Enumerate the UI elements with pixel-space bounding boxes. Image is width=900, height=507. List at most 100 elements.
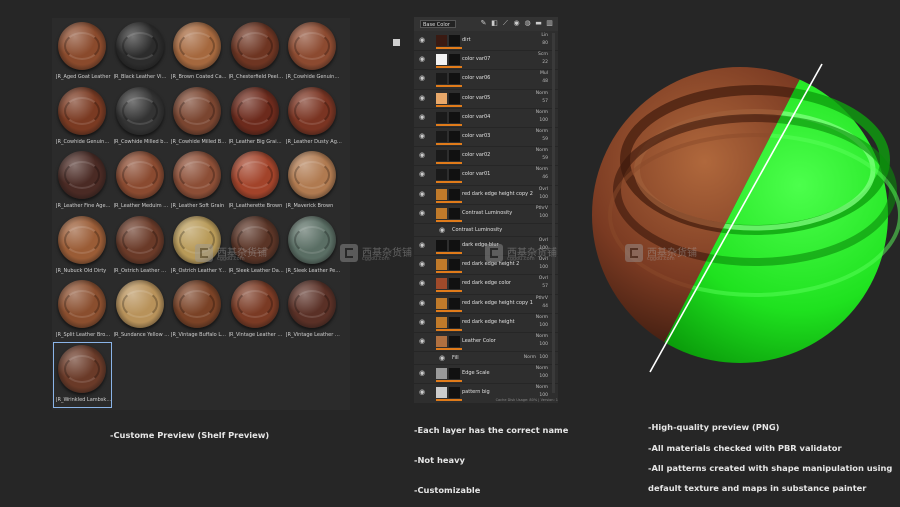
visibility-eye-icon[interactable]: ◉ (419, 209, 425, 217)
layer-row[interactable]: ◉ red dark edge height copy 1 PthrV 44 (414, 295, 558, 314)
material-tile[interactable]: JR_Maverick Brown (284, 149, 341, 213)
layer-blend-mode[interactable]: Ovrl (539, 238, 548, 243)
material-tile[interactable]: JR_Split Leather Brown (54, 278, 112, 342)
layer-opacity[interactable]: 44 (542, 304, 548, 309)
layer-row[interactable]: ◉ color var07 Scrn 22 (414, 51, 558, 71)
layer-opacity[interactable]: 100 (539, 195, 548, 200)
visibility-eye-icon[interactable]: ◉ (419, 369, 425, 377)
material-tile[interactable]: JR_Wrinkled Lambski... (53, 341, 112, 408)
material-tile[interactable]: JR_Cowhide Milled Br... (169, 85, 227, 149)
channel-dropdown[interactable]: Base Color (420, 20, 456, 28)
layer-opacity[interactable]: 100 (539, 265, 548, 270)
visibility-eye-icon[interactable]: ◉ (419, 94, 425, 102)
layer-opacity[interactable]: 100 (539, 323, 548, 328)
visibility-eye-icon[interactable]: ◉ (419, 260, 425, 268)
layer-opacity[interactable]: 57 (542, 99, 548, 104)
visibility-eye-icon[interactable]: ◉ (419, 170, 425, 178)
material-tile[interactable]: JR_Sundance Yellow L... (112, 278, 170, 342)
layer-row[interactable]: ◉ Contrast Luminosity PthrV 100 (414, 205, 558, 224)
layer-row[interactable]: ◉ dirt Lin 80 (414, 32, 558, 52)
layers-scrollbar[interactable] (552, 33, 555, 393)
layer-effect-row[interactable]: ◉ Contrast Luminosity (414, 224, 558, 237)
folder-icon[interactable]: ▬ (535, 20, 542, 27)
material-tile[interactable]: JR_Leather Fine Aged ... (54, 149, 112, 213)
layer-blend-mode[interactable]: Ovrl (539, 276, 548, 281)
material-tile[interactable]: JR_Vintage Leather D... (284, 278, 342, 342)
material-tile[interactable]: JR_Leather Dusty Aged (284, 85, 342, 149)
layer-blend-mode[interactable]: Norm (536, 334, 548, 339)
layer-blend-mode[interactable]: Norm (536, 385, 548, 390)
visibility-eye-icon[interactable]: ◉ (419, 74, 425, 82)
visibility-eye-icon[interactable]: ◉ (419, 190, 425, 198)
layer-row[interactable]: ◉ color var01 Norm 46 (414, 166, 558, 186)
layer-blend-mode[interactable]: Lin (541, 33, 548, 38)
material-tile[interactable]: JR_Leather Soft Grain (169, 149, 226, 213)
layer-opacity[interactable]: 100 (539, 118, 548, 123)
layer-opacity[interactable]: 46 (542, 175, 548, 180)
visibility-eye-icon[interactable]: ◉ (439, 226, 445, 234)
material-tile[interactable]: JR_Sleek Leather Pewter (284, 214, 342, 278)
material-tile[interactable]: JR_Brown Coated Ca... (169, 20, 226, 84)
visibility-eye-icon[interactable]: ◉ (439, 354, 445, 362)
layer-blend-mode[interactable]: Norm (536, 167, 548, 172)
smart-mask-icon[interactable]: ⟋ (502, 20, 509, 27)
material-tile[interactable]: JR_Cowhide Genuine ... (54, 85, 112, 149)
material-tile[interactable]: JR_Ostrich Leather Br... (112, 214, 170, 278)
layer-opacity[interactable]: 57 (542, 284, 548, 289)
layer-row[interactable]: ◉ color var05 Norm 57 (414, 90, 558, 109)
layer-opacity[interactable]: 22 (542, 60, 548, 65)
layer-row[interactable]: ◉ Leather Color Norm 100 (414, 333, 558, 353)
layer-row[interactable]: ◉ red dark edge height Norm 100 (414, 314, 558, 333)
material-tile[interactable]: JR_Cowhide Genuine ... (284, 20, 342, 84)
layer-row[interactable]: ◉ color var02 Norm 59 (414, 147, 558, 167)
layer-blend-mode[interactable]: Norm (536, 315, 548, 320)
visibility-eye-icon[interactable]: ◉ (419, 36, 425, 44)
material-tile[interactable]: JR_Leatherette Brown (227, 149, 284, 213)
layer-opacity[interactable]: 100 (539, 342, 548, 347)
fill-icon[interactable]: ◧ (491, 20, 498, 27)
visibility-eye-icon[interactable]: ◉ (419, 279, 425, 287)
layer-effect-row[interactable]: ◉ Fill Norm 100 (414, 352, 558, 366)
visibility-eye-icon[interactable]: ◉ (419, 388, 425, 396)
material-tile[interactable]: JR_Vintage Buffalo Le... (169, 278, 227, 342)
material-tile[interactable]: JR_Vintage Leather D... (227, 278, 285, 342)
visibility-eye-icon[interactable]: ◉ (419, 151, 425, 159)
layer-row[interactable]: ◉ color var04 Norm 100 (414, 109, 558, 128)
visibility-eye-icon[interactable]: ◉ (419, 55, 425, 63)
paint-icon[interactable]: ◉ (513, 20, 520, 27)
layer-blend-mode[interactable]: Norm (536, 110, 548, 115)
material-tile[interactable]: JR_Leather Big Grain ... (227, 85, 285, 149)
material-tile[interactable]: JR_Cowhide Milled bl... (112, 85, 170, 149)
layer-row[interactable]: ◉ color var06 Mul 48 (414, 70, 558, 90)
layer-row[interactable]: ◉ color var03 Norm 59 (414, 128, 558, 148)
material-tile[interactable]: JR_Leather Meduim G... (112, 149, 170, 213)
visibility-eye-icon[interactable]: ◉ (419, 337, 425, 345)
layer-blend-mode[interactable]: Norm (536, 366, 548, 371)
layer-blend-mode[interactable]: Norm (536, 148, 548, 153)
visibility-eye-icon[interactable]: ◉ (419, 318, 425, 326)
layer-blend-mode[interactable]: Norm (536, 91, 548, 96)
layer-opacity[interactable]: 80 (542, 41, 548, 46)
palette-icon[interactable]: ◍ (524, 20, 531, 27)
layer-blend-mode[interactable]: Norm (524, 355, 536, 360)
layer-opacity[interactable]: 48 (542, 79, 548, 84)
layer-opacity[interactable]: 59 (542, 156, 548, 161)
layer-row[interactable]: ◉ red dark edge color Ovrl 57 (414, 275, 558, 295)
material-tile[interactable]: JR_Nubuck Old Dirty (54, 214, 111, 278)
visibility-eye-icon[interactable]: ◉ (419, 132, 425, 140)
layer-blend-mode[interactable]: Ovrl (539, 187, 548, 192)
material-tile[interactable]: JR_Black Leather Vint... (112, 20, 170, 84)
layer-blend-mode[interactable]: Scrn (538, 52, 548, 57)
shelf-scroll-handle[interactable] (393, 39, 400, 46)
material-tile[interactable]: JR_Aged Goat Leather (54, 20, 111, 84)
brush-icon[interactable]: ✎ (480, 20, 487, 27)
layer-opacity[interactable]: 100 (539, 374, 548, 379)
visibility-eye-icon[interactable]: ◉ (419, 241, 425, 249)
layer-opacity[interactable]: 100 (539, 355, 548, 360)
layer-row[interactable]: ◉ Edge Scale Norm 100 (414, 365, 558, 385)
layer-blend-mode[interactable]: Norm (536, 129, 548, 134)
layer-opacity[interactable]: 59 (542, 137, 548, 142)
visibility-eye-icon[interactable]: ◉ (419, 299, 425, 307)
material-tile[interactable]: JR_Chesterfield Peelin... (227, 20, 285, 84)
layer-blend-mode[interactable]: PthrV (536, 296, 548, 301)
